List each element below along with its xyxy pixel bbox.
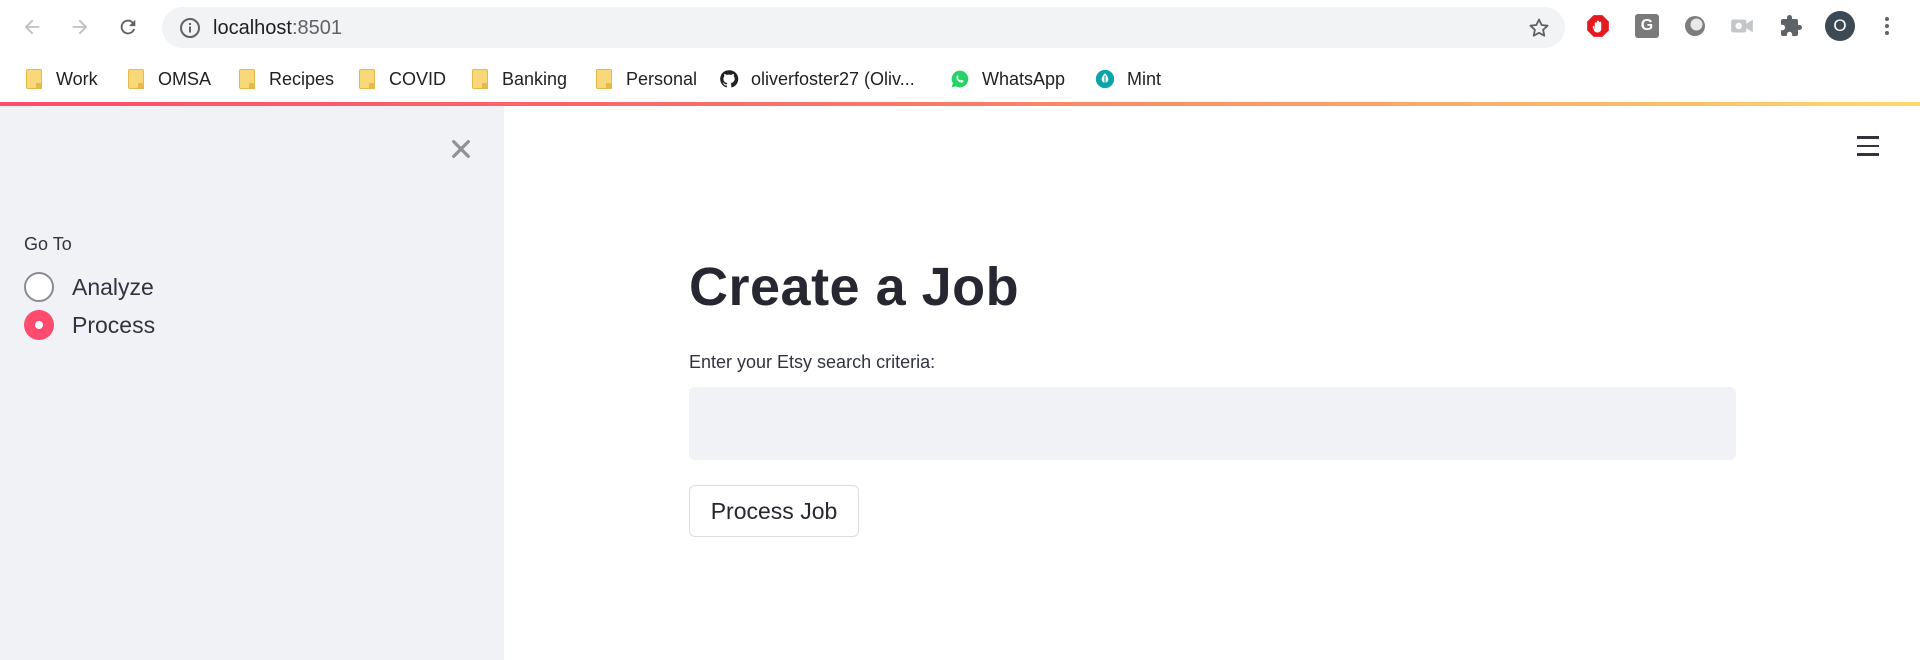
main-content: Create a Job Enter your Etsy search crit… bbox=[504, 106, 1920, 660]
circle-extension-icon bbox=[1685, 16, 1705, 36]
browser-toolbar: localhost:8501 G O bbox=[0, 0, 1920, 54]
process-job-button[interactable]: Process Job bbox=[689, 485, 859, 537]
adblock-extension-button[interactable] bbox=[1583, 11, 1613, 41]
radio-option-process[interactable]: Process bbox=[24, 308, 155, 342]
g-extension-icon: G bbox=[1635, 14, 1659, 38]
radio-label: Process bbox=[72, 311, 156, 338]
stop-hand-icon bbox=[1587, 15, 1609, 37]
bookmark-recipes[interactable]: Recipes bbox=[237, 64, 334, 94]
bookmark-omsa[interactable]: OMSA bbox=[126, 64, 211, 94]
g-extension-button[interactable]: G bbox=[1632, 11, 1662, 41]
bookmark-banking[interactable]: Banking bbox=[470, 64, 567, 94]
bookmark-star-icon[interactable] bbox=[1527, 16, 1551, 40]
radio-button[interactable] bbox=[24, 272, 54, 302]
bookmark-label: WhatsApp bbox=[982, 68, 1066, 89]
bookmark-mint[interactable]: Mint bbox=[1095, 64, 1161, 94]
folder-icon bbox=[237, 68, 257, 90]
goto-label: Go To bbox=[24, 234, 72, 254]
puzzle-icon bbox=[1781, 15, 1802, 36]
back-button[interactable] bbox=[14, 9, 50, 45]
url-text[interactable]: localhost:8501 bbox=[213, 17, 342, 40]
search-criteria-label: Enter your Etsy search criteria: bbox=[689, 352, 936, 372]
folder-icon bbox=[24, 68, 44, 90]
bookmark-work[interactable]: Work bbox=[24, 64, 98, 94]
url-host: localhost bbox=[213, 17, 292, 39]
folder-icon bbox=[470, 68, 490, 90]
folder-icon bbox=[357, 68, 377, 90]
profile-avatar: O bbox=[1825, 11, 1855, 41]
url-port: :8501 bbox=[291, 17, 342, 39]
reload-icon bbox=[120, 19, 136, 35]
bookmark-github[interactable]: oliverfoster27 (Oliv... bbox=[719, 64, 915, 94]
page-title: Create a Job bbox=[689, 257, 1020, 317]
sidebar: Go To Analyze Process bbox=[0, 106, 504, 660]
app-menu-button[interactable] bbox=[1855, 136, 1881, 158]
bookmark-label: OMSA bbox=[158, 68, 212, 89]
folder-icon bbox=[126, 68, 146, 90]
reload-button[interactable] bbox=[110, 9, 146, 45]
github-icon bbox=[719, 68, 739, 90]
mint-icon bbox=[1095, 68, 1115, 90]
bookmark-whatsapp[interactable]: WhatsApp bbox=[950, 64, 1065, 94]
info-icon[interactable] bbox=[178, 16, 202, 40]
bookmark-personal[interactable]: Personal bbox=[594, 64, 697, 94]
folder-icon bbox=[594, 68, 614, 90]
profile-button[interactable]: O bbox=[1825, 11, 1855, 41]
bookmarks-bar: Work OMSA Recipes COVID Banking Personal… bbox=[0, 56, 1920, 102]
bookmark-label: oliverfoster27 (Oliv... bbox=[751, 68, 915, 89]
bookmark-label: Work bbox=[56, 68, 98, 89]
forward-button[interactable] bbox=[62, 9, 98, 45]
browser-menu-button[interactable] bbox=[1872, 11, 1902, 41]
circle-extension-button[interactable] bbox=[1680, 11, 1710, 41]
arrow-left-icon bbox=[24, 19, 40, 35]
bookmark-label: Personal bbox=[626, 68, 698, 89]
close-icon bbox=[452, 140, 470, 158]
bookmark-label: COVID bbox=[389, 68, 447, 89]
arrow-right-icon bbox=[72, 19, 88, 35]
bookmark-label: Recipes bbox=[269, 68, 335, 89]
search-criteria-input[interactable] bbox=[689, 387, 1736, 460]
bookmark-label: Banking bbox=[502, 68, 568, 89]
radio-option-analyze[interactable]: Analyze bbox=[24, 270, 154, 304]
kebab-menu-icon bbox=[1885, 17, 1889, 35]
camera-icon bbox=[1731, 19, 1753, 33]
bookmark-label: Mint bbox=[1127, 68, 1162, 89]
radio-label: Analyze bbox=[72, 273, 154, 300]
extensions-button[interactable] bbox=[1776, 11, 1806, 41]
camera-extension-button[interactable] bbox=[1727, 11, 1757, 41]
whatsapp-icon bbox=[950, 68, 970, 90]
close-sidebar-button[interactable] bbox=[446, 134, 476, 164]
radio-button-selected[interactable] bbox=[24, 310, 54, 340]
bookmark-covid[interactable]: COVID bbox=[357, 64, 446, 94]
address-bar[interactable]: localhost:8501 bbox=[162, 7, 1565, 48]
